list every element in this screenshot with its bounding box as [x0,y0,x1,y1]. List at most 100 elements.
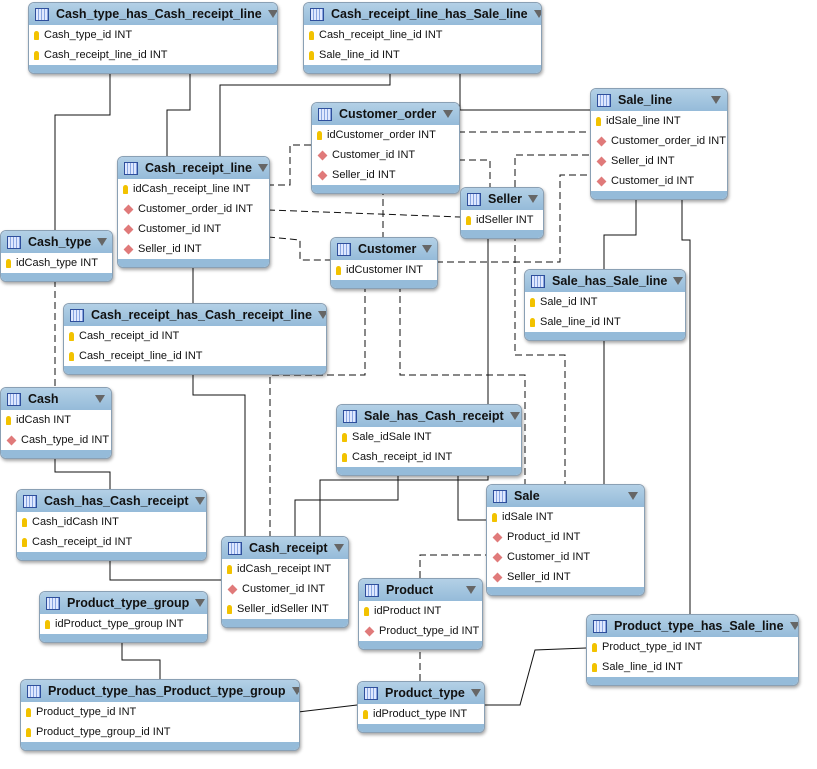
table-cash-receipt[interactable]: Cash_receipt idCash_receipt INT Customer_i… [221,536,349,628]
column-row[interactable]: Customer_id INT [312,145,459,165]
column-row[interactable]: idCash_receipt_line INT [118,179,269,199]
table-header[interactable]: Sale [487,485,644,507]
column-row[interactable]: Seller_id INT [487,567,644,587]
column-row[interactable]: idSale_line INT [591,111,727,131]
collapse-arrow-icon[interactable] [628,492,638,500]
collapse-arrow-icon[interactable] [533,10,541,18]
table-header[interactable]: Cash_receipt_line_has_Sale_line [304,3,541,25]
table-cash-receipt-has-cash-receipt-line[interactable]: Cash_receipt_has_Cash_receipt_line Cash_r… [63,303,327,375]
column-row[interactable]: Customer_id INT [487,547,644,567]
column-row[interactable]: idCash_receipt INT [222,559,348,579]
column-row[interactable]: Customer_id INT [118,219,269,239]
column-row[interactable]: idSeller INT [461,210,543,230]
column-row[interactable]: idCash INT [1,410,111,430]
collapse-arrow-icon[interactable] [195,599,206,607]
table-product[interactable]: Product idProduct INT Product_type_id INT [358,578,483,650]
collapse-arrow-icon[interactable] [470,689,481,697]
collapse-arrow-icon[interactable] [673,277,684,285]
column-row[interactable]: Seller_id INT [118,239,269,259]
table-cash-type[interactable]: Cash_type idCash_type INT [0,230,113,282]
table-header[interactable]: Product_type [358,682,484,704]
column-row[interactable]: Product_type_group_id INT [21,722,299,742]
column-row[interactable]: idProduct INT [359,601,482,621]
table-product-type[interactable]: Product_type idProduct_type INT [357,681,485,733]
collapse-arrow-icon[interactable] [291,687,299,695]
table-sale-has-sale-line[interactable]: Sale_has_Sale_line Sale_id INT Sale_line_i… [524,269,686,341]
column-row[interactable]: Product_id INT [487,527,644,547]
table-header[interactable]: Customer [331,238,437,260]
table-header[interactable]: Product_type_group [40,592,207,614]
table-header[interactable]: Sale_line [591,89,727,111]
table-cash-receipt-line-has-sale-line[interactable]: Cash_receipt_line_has_Sale_line Cash_rece… [303,2,542,74]
table-customer[interactable]: Customer idCustomer INT [330,237,438,289]
column-row[interactable]: Cash_receipt_line_id INT [29,45,277,65]
table-sale-line[interactable]: Sale_line idSale_line INT Customer_order_i… [590,88,728,200]
collapse-arrow-icon[interactable] [422,245,433,253]
table-header[interactable]: Cash_type [1,231,112,253]
table-seller[interactable]: Seller idSeller INT [460,187,544,239]
table-cash-receipt-line[interactable]: Cash_receipt_line idCash_receipt_line INT… [117,156,270,268]
table-header[interactable]: Cash_receipt_has_Cash_receipt_line [64,304,326,326]
collapse-arrow-icon[interactable] [333,544,344,552]
column-row[interactable]: idCash_type INT [1,253,112,273]
table-header[interactable]: Cash_has_Cash_receipt [17,490,206,512]
column-row[interactable]: Seller_id INT [312,165,459,185]
column-row[interactable]: Product_type_id INT [359,621,482,641]
column-row[interactable]: Sale_id INT [525,292,685,312]
column-row[interactable]: Cash_idCash INT [17,512,206,532]
collapse-arrow-icon[interactable] [267,10,277,18]
column-row[interactable]: Customer_order_id INT [591,131,727,151]
table-cash-type-has-cash-receipt-line[interactable]: Cash_type_has_Cash_receipt_line Cash_type… [28,2,278,74]
table-header[interactable]: Cash_receipt [222,537,348,559]
collapse-arrow-icon[interactable] [443,110,453,118]
column-row[interactable]: idSale INT [487,507,644,527]
collapse-arrow-icon[interactable] [509,412,520,420]
table-header[interactable]: Product_type_has_Sale_line [587,615,798,637]
column-row[interactable]: idProduct_type_group INT [40,614,207,634]
collapse-arrow-icon[interactable] [528,195,539,203]
table-header[interactable]: Sale_has_Sale_line [525,270,685,292]
collapse-arrow-icon[interactable] [258,164,268,172]
table-product-type-has-sale-line[interactable]: Product_type_has_Sale_line Product_type_i… [586,614,799,686]
collapse-arrow-icon[interactable] [789,622,798,630]
column-row[interactable]: Cash_type_id INT [1,430,111,450]
collapse-arrow-icon[interactable] [97,238,108,246]
column-row[interactable]: Sale_line_id INT [587,657,798,677]
column-row[interactable]: Customer_order_id INT [118,199,269,219]
column-row[interactable]: Product_type_id INT [21,702,299,722]
column-row[interactable]: Cash_receipt_line_id INT [64,346,326,366]
table-sale[interactable]: Sale idSale INT Product_id INT Customer_id … [486,484,645,596]
column-row[interactable]: Cash_receipt_id INT [64,326,326,346]
table-header[interactable]: Cash_receipt_line [118,157,269,179]
collapse-arrow-icon[interactable] [466,586,476,594]
table-cash[interactable]: Cash idCash INT Cash_type_id INT [0,387,112,459]
table-header[interactable]: Product [359,579,482,601]
column-row[interactable]: Seller_idSeller INT [222,599,348,619]
column-row[interactable]: Cash_receipt_line_id INT [304,25,541,45]
table-customer-order[interactable]: Customer_order idCustomer_order INT Custom… [311,102,460,194]
table-sale-has-cash-receipt[interactable]: Sale_has_Cash_receipt Sale_idSale INT Cash… [336,404,522,476]
column-row[interactable]: idCustomer_order INT [312,125,459,145]
table-header[interactable]: Product_type_has_Product_type_group [21,680,299,702]
table-cash-has-cash-receipt[interactable]: Cash_has_Cash_receipt Cash_idCash INT Cash… [16,489,207,561]
table-header[interactable]: Customer_order [312,103,459,125]
column-row[interactable]: Product_type_id INT [587,637,798,657]
column-row[interactable]: Cash_receipt_id INT [17,532,206,552]
table-product-type-has-product-type-group[interactable]: Product_type_has_Product_type_group Produ… [20,679,300,751]
column-row[interactable]: Sale_line_id INT [525,312,685,332]
column-row[interactable]: Sale_idSale INT [337,427,521,447]
collapse-arrow-icon[interactable] [317,311,326,319]
table-header[interactable]: Sale_has_Cash_receipt [337,405,521,427]
table-header[interactable]: Cash [1,388,111,410]
column-row[interactable]: Seller_id INT [591,151,727,171]
column-row[interactable]: Cash_receipt_id INT [337,447,521,467]
column-row[interactable]: idProduct_type INT [358,704,484,724]
column-row[interactable]: Customer_id INT [591,171,727,191]
collapse-arrow-icon[interactable] [95,395,105,403]
table-header[interactable]: Cash_type_has_Cash_receipt_line [29,3,277,25]
column-row[interactable]: Cash_type_id INT [29,25,277,45]
table-product-type-group[interactable]: Product_type_group idProduct_type_group I… [39,591,208,643]
column-row[interactable]: idCustomer INT [331,260,437,280]
collapse-arrow-icon[interactable] [711,96,721,104]
column-row[interactable]: Sale_line_id INT [304,45,541,65]
